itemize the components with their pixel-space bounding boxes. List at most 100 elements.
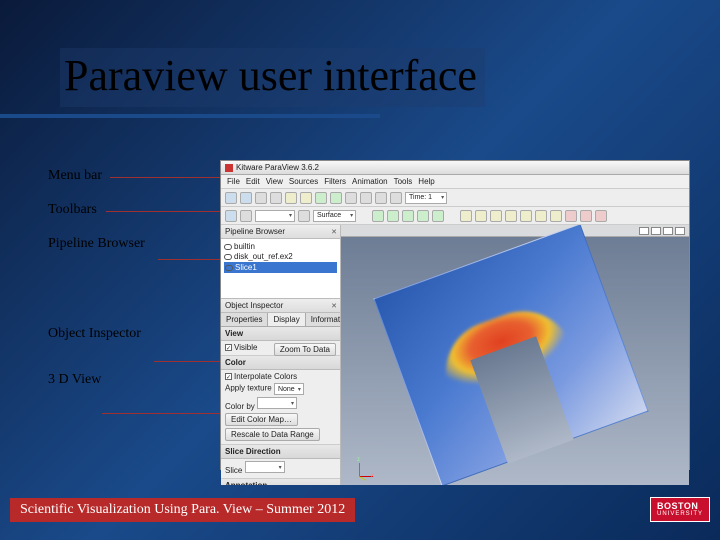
representation-combo[interactable]: Surface (313, 210, 356, 222)
slice-combo[interactable] (245, 461, 285, 473)
toolbar-main: Time: 1 (221, 189, 689, 207)
solid-color-icon[interactable] (240, 210, 252, 222)
time-combo[interactable]: Time: 1 (405, 192, 447, 204)
threshold-icon[interactable] (505, 210, 517, 222)
menu-tools[interactable]: Tools (394, 177, 413, 186)
split-v-icon[interactable] (651, 227, 661, 235)
pipeline-item-label: Slice1 (235, 263, 257, 272)
stream-icon[interactable] (535, 210, 547, 222)
menu-edit[interactable]: Edit (246, 177, 260, 186)
menu-view[interactable]: View (266, 177, 283, 186)
redo-icon[interactable] (300, 192, 312, 204)
group-icon[interactable] (565, 210, 577, 222)
tab-properties[interactable]: Properties (221, 313, 268, 326)
glyph-icon[interactable] (520, 210, 532, 222)
app-icon (225, 164, 233, 172)
pipeline-browser[interactable]: builtin disk_out_ref.ex2 Slice1 (221, 239, 340, 299)
visibility-icon[interactable] (225, 265, 233, 271)
slice-icon[interactable] (490, 210, 502, 222)
view-toolbar (341, 225, 689, 237)
label-object-inspector: Object Inspector (48, 326, 158, 342)
pipeline-item-label: disk_out_ref.ex2 (234, 252, 293, 261)
axis-y-icon[interactable] (387, 210, 399, 222)
object-inspector-title[interactable]: Object Inspector ✕ (221, 299, 340, 313)
section-color: Color (221, 356, 340, 370)
play-icon[interactable] (315, 192, 327, 204)
rescale-button[interactable]: Rescale to Data Range (225, 428, 320, 441)
apply-texture-label: Apply texture (225, 384, 272, 393)
menu-help[interactable]: Help (418, 177, 434, 186)
rotate-icon[interactable] (432, 210, 444, 222)
save-icon[interactable] (240, 192, 252, 204)
annotation-labels: Menu bar Toolbars Pipeline Browser Objec… (48, 168, 158, 406)
calculator-icon[interactable] (595, 210, 607, 222)
color-by-combo[interactable] (257, 397, 297, 409)
split-h-icon[interactable] (639, 227, 649, 235)
last-frame-icon[interactable] (390, 192, 402, 204)
contour-icon[interactable] (460, 210, 472, 222)
axis-z-icon[interactable] (402, 210, 414, 222)
label-toolbars: Toolbars (48, 202, 158, 218)
window-titlebar[interactable]: Kitware ParaView 3.6.2 (221, 161, 689, 175)
section-view: View (221, 327, 340, 341)
menu-bar[interactable]: File Edit View Sources Filters Animation… (221, 175, 689, 189)
pipeline-item[interactable]: builtin (224, 242, 337, 251)
first-frame-icon[interactable] (345, 192, 357, 204)
label-pipeline-browser: Pipeline Browser (48, 236, 158, 252)
color-legend-icon[interactable] (225, 210, 237, 222)
logo-sub: UNIVERSITY (657, 511, 703, 517)
connector-line (110, 177, 220, 178)
close-icon[interactable]: ✕ (331, 228, 337, 236)
open-icon[interactable] (225, 192, 237, 204)
bu-logo: BOSTON UNIVERSITY (650, 497, 710, 522)
render-view-3d[interactable]: z x (341, 225, 689, 485)
clip-icon[interactable] (475, 210, 487, 222)
section-annotation: Annotation (221, 479, 340, 485)
zoom-to-data-button[interactable]: Zoom To Data (274, 343, 336, 356)
close-view-icon[interactable] (675, 227, 685, 235)
section-slice: Slice Direction (221, 445, 340, 459)
left-panel: Pipeline Browser ✕ builtin disk_out_ref.… (221, 225, 341, 485)
menu-sources[interactable]: Sources (289, 177, 318, 186)
tab-information[interactable]: Information (306, 313, 340, 326)
rescale-icon[interactable] (298, 210, 310, 222)
tab-display[interactable]: Display (268, 313, 305, 326)
connect-icon[interactable] (255, 192, 267, 204)
disconnect-icon[interactable] (270, 192, 282, 204)
prev-frame-icon[interactable] (360, 192, 372, 204)
pipeline-title-text: Pipeline Browser (225, 227, 285, 236)
texture-combo[interactable]: None (274, 383, 304, 395)
pipeline-browser-title[interactable]: Pipeline Browser ✕ (221, 225, 340, 239)
toolbar-representation: Surface (221, 207, 689, 225)
menu-file[interactable]: File (227, 177, 240, 186)
axis-x-icon[interactable] (372, 210, 384, 222)
connector-line (158, 259, 220, 260)
simulation-geometry (373, 225, 648, 485)
menu-animation[interactable]: Animation (352, 177, 388, 186)
edit-colormap-button[interactable]: Edit Color Map… (225, 413, 298, 426)
extract-icon[interactable] (580, 210, 592, 222)
object-inspector: Properties Display Information View Visi… (221, 313, 340, 485)
loop-icon[interactable] (330, 192, 342, 204)
window-title-text: Kitware ParaView 3.6.2 (236, 163, 319, 172)
undo-icon[interactable] (285, 192, 297, 204)
interpolate-checkbox[interactable] (225, 373, 232, 380)
inspector-tabs: Properties Display Information (221, 313, 340, 327)
inspector-title-text: Object Inspector (225, 301, 283, 310)
slice-label: Slice (225, 466, 242, 475)
pipeline-item-selected[interactable]: Slice1 (224, 262, 337, 273)
warp-icon[interactable] (550, 210, 562, 222)
visibility-icon[interactable] (224, 254, 232, 260)
visibility-icon[interactable] (224, 244, 232, 250)
connector-line (106, 211, 220, 212)
menu-filters[interactable]: Filters (324, 177, 346, 186)
next-frame-icon[interactable] (375, 192, 387, 204)
close-icon[interactable]: ✕ (331, 302, 337, 310)
title-underline (0, 114, 380, 118)
visible-checkbox[interactable] (225, 344, 232, 351)
array-combo[interactable] (255, 210, 295, 222)
maximize-icon[interactable] (663, 227, 673, 235)
pipeline-item[interactable]: disk_out_ref.ex2 (224, 252, 337, 261)
reset-camera-icon[interactable] (417, 210, 429, 222)
logo-top: BOSTON (657, 501, 698, 511)
